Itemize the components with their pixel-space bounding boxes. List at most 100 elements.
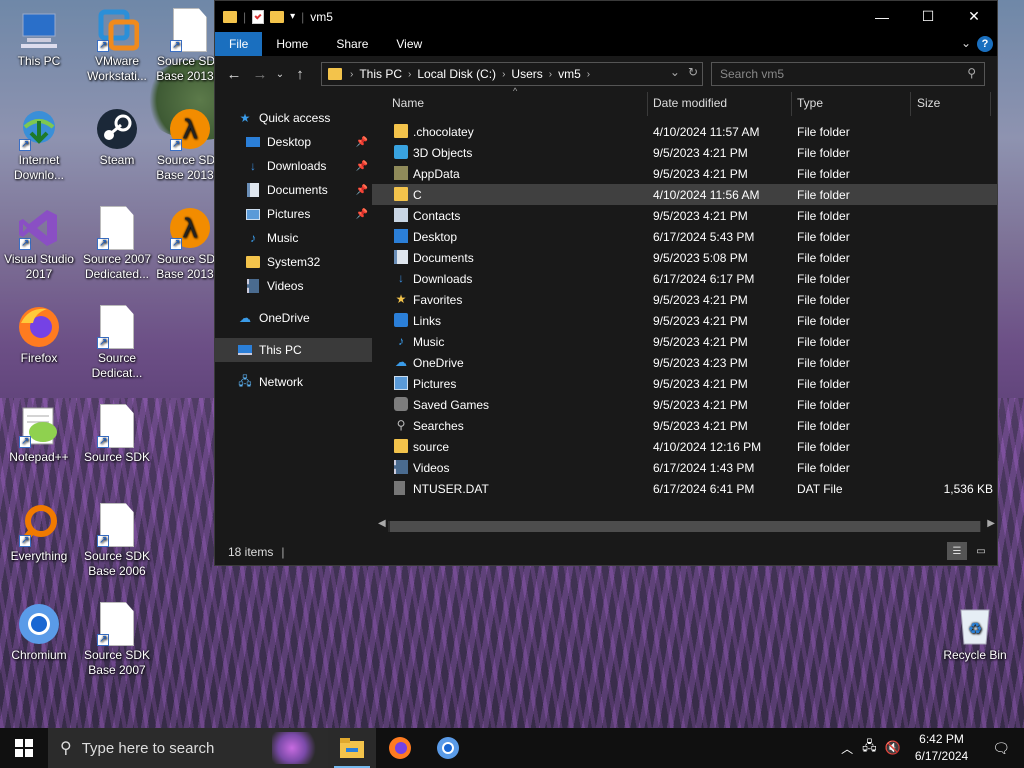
up-button[interactable]: ↑ — [287, 66, 313, 83]
desktop-icon-source-dedicated[interactable]: Source Dedicat... — [79, 305, 155, 381]
table-row[interactable]: ♪ Music 9/5/2023 4:21 PM File folder — [372, 331, 997, 352]
desktop-icon-recycle-bin[interactable]: ♻ Recycle Bin — [937, 602, 1013, 663]
pin-icon[interactable]: 📌 — [356, 161, 368, 172]
properties-icon[interactable] — [252, 9, 265, 24]
customize-dropdown-icon[interactable]: ▾ — [290, 11, 295, 22]
breadcrumb-separator[interactable]: › — [502, 69, 505, 80]
column-divider[interactable] — [791, 92, 792, 116]
nav-music[interactable]: ♪ Music — [215, 226, 372, 250]
network-status-icon[interactable]: 🖧 — [858, 737, 881, 759]
desktop-icon-this-pc[interactable]: This PC — [1, 8, 77, 69]
taskbar-file-explorer[interactable] — [328, 728, 376, 768]
tab-share[interactable]: Share — [322, 32, 382, 56]
table-row[interactable]: Links 9/5/2023 4:21 PM File folder — [372, 310, 997, 331]
help-icon[interactable]: ? — [977, 36, 993, 52]
desktop-icon-chromium[interactable]: Chromium — [1, 602, 77, 663]
column-divider[interactable] — [910, 92, 911, 116]
close-button[interactable]: ✕ — [951, 1, 997, 32]
table-row[interactable]: Videos 6/17/2024 1:43 PM File folder — [372, 457, 997, 478]
table-row[interactable]: ⚲ Searches 9/5/2023 4:21 PM File folder — [372, 415, 997, 436]
minimize-button[interactable]: — — [859, 1, 905, 32]
title-bar[interactable]: | ▾ | vm5 — ☐ ✕ — [215, 1, 997, 32]
column-header-date[interactable]: Date modified — [653, 96, 727, 110]
nav-documents[interactable]: Documents 📌 — [215, 178, 372, 202]
nav-videos[interactable]: Videos — [215, 274, 372, 298]
desktop-icon-firefox[interactable]: Firefox — [1, 305, 77, 366]
notifications-icon[interactable]: 🗨 — [978, 740, 1024, 757]
desktop-icon-everything[interactable]: Everything — [1, 503, 77, 564]
scroll-right-icon[interactable]: ▶ — [987, 518, 995, 529]
table-row[interactable]: Documents 9/5/2023 5:08 PM File folder — [372, 247, 997, 268]
tab-file[interactable]: File — [215, 32, 263, 56]
expand-ribbon-icon[interactable]: ⌄ — [961, 36, 971, 50]
column-divider[interactable] — [990, 92, 991, 116]
pin-icon[interactable]: 📌 — [356, 137, 368, 148]
desktop-icon-source-2007-dedicated[interactable]: Source 2007 Dedicated... — [79, 206, 155, 282]
table-row[interactable]: Saved Games 9/5/2023 4:21 PM File folder — [372, 394, 997, 415]
table-row[interactable]: ★ Favorites 9/5/2023 4:21 PM File folder — [372, 289, 997, 310]
nav-quick-access[interactable]: ★ Quick access — [215, 106, 372, 130]
table-row[interactable]: source 4/10/2024 12:16 PM File folder — [372, 436, 997, 457]
address-dropdown-icon[interactable]: ⌄ — [670, 65, 680, 79]
breadcrumb-local-disk[interactable]: Local Disk (C:) — [417, 67, 496, 81]
back-button[interactable]: ← — [221, 66, 247, 83]
nav-pictures[interactable]: Pictures 📌 — [215, 202, 372, 226]
recent-locations-icon[interactable]: ⌄ — [273, 69, 287, 80]
volume-muted-icon[interactable]: 🔇 — [881, 740, 905, 756]
desktop-icon-source-sdk[interactable]: Source SDK — [79, 404, 155, 465]
tab-view[interactable]: View — [382, 32, 436, 56]
nav-downloads[interactable]: ↓ Downloads 📌 — [215, 154, 372, 178]
scrollbar-thumb[interactable] — [390, 521, 980, 532]
desktop-icon-source-sdk-2007[interactable]: Source SDK Base 2007 — [79, 602, 155, 678]
scroll-left-icon[interactable]: ◀ — [378, 518, 386, 529]
tab-home[interactable]: Home — [262, 32, 322, 56]
table-row[interactable]: Contacts 9/5/2023 4:21 PM File folder — [372, 205, 997, 226]
taskbar-chromium[interactable] — [424, 728, 472, 768]
new-folder-icon[interactable] — [270, 10, 285, 23]
column-header-name[interactable]: Name — [392, 96, 424, 110]
table-row[interactable]: 3D Objects 9/5/2023 4:21 PM File folder — [372, 142, 997, 163]
breadcrumb-separator[interactable]: › — [549, 69, 552, 80]
pin-icon[interactable]: 📌 — [356, 209, 368, 220]
table-row[interactable]: ☁ OneDrive 9/5/2023 4:23 PM File folder — [372, 352, 997, 373]
desktop-icon-visual-studio[interactable]: Visual Studio 2017 — [1, 206, 77, 282]
nav-onedrive[interactable]: ☁ OneDrive — [215, 306, 372, 330]
table-row[interactable]: .chocolatey 4/10/2024 11:57 AM File folder — [372, 121, 997, 142]
details-view-icon[interactable]: ☰ — [947, 542, 967, 560]
column-divider[interactable] — [647, 92, 648, 116]
nav-desktop[interactable]: Desktop 📌 — [215, 130, 372, 154]
show-hidden-icons-icon[interactable]: ︿ — [836, 740, 858, 757]
desktop-icon-vmware[interactable]: VMware Workstati... — [79, 8, 155, 84]
taskbar-firefox[interactable] — [376, 728, 424, 768]
table-row[interactable]: Pictures 9/5/2023 4:21 PM File folder — [372, 373, 997, 394]
table-row[interactable]: AppData 9/5/2023 4:21 PM File folder — [372, 163, 997, 184]
table-row[interactable]: Desktop 6/17/2024 5:43 PM File folder — [372, 226, 997, 247]
refresh-icon[interactable]: ↻ — [688, 65, 698, 79]
pin-icon[interactable]: 📌 — [356, 185, 368, 196]
breadcrumb-vm5[interactable]: vm5 — [558, 67, 581, 81]
table-row[interactable]: NTUSER.DAT 6/17/2024 6:41 PM DAT File 1,536… — [372, 478, 997, 499]
desktop-icon-source-sdk-2006[interactable]: Source SDK Base 2006 — [79, 503, 155, 579]
taskbar-search-box[interactable]: ⚲ Type here to search — [48, 728, 328, 768]
nav-network[interactable]: 🖧 Network — [215, 370, 372, 394]
desktop-icon-steam[interactable]: Steam — [79, 107, 155, 168]
column-header-type[interactable]: Type — [797, 96, 823, 110]
search-box[interactable]: Search vm5 ⚲ — [711, 62, 985, 86]
breadcrumb-users[interactable]: Users — [511, 67, 542, 81]
desktop-icon-idm[interactable]: Internet Downlo... — [1, 107, 77, 183]
breadcrumb-separator[interactable]: › — [587, 69, 590, 80]
horizontal-scrollbar[interactable]: ◀ ▶ — [374, 518, 995, 534]
table-row[interactable]: C 4/10/2024 11:56 AM File folder — [372, 184, 997, 205]
start-button[interactable] — [0, 728, 48, 768]
table-row[interactable]: ↓ Downloads 6/17/2024 6:17 PM File folder — [372, 268, 997, 289]
address-bar[interactable]: › This PC › Local Disk (C:) › Users › vm… — [321, 62, 703, 86]
nav-this-pc[interactable]: This PC — [215, 338, 372, 362]
desktop-icon-notepadpp[interactable]: Notepad++ — [1, 404, 77, 465]
forward-button[interactable]: → — [247, 66, 273, 83]
maximize-button[interactable]: ☐ — [905, 1, 951, 32]
breadcrumb-separator[interactable]: › — [408, 69, 411, 80]
breadcrumb-this-pc[interactable]: This PC — [359, 67, 402, 81]
clock[interactable]: 6:42 PM 6/17/2024 — [905, 731, 978, 765]
large-icons-view-icon[interactable]: ▭ — [971, 542, 991, 560]
column-header-size[interactable]: Size — [917, 96, 940, 110]
